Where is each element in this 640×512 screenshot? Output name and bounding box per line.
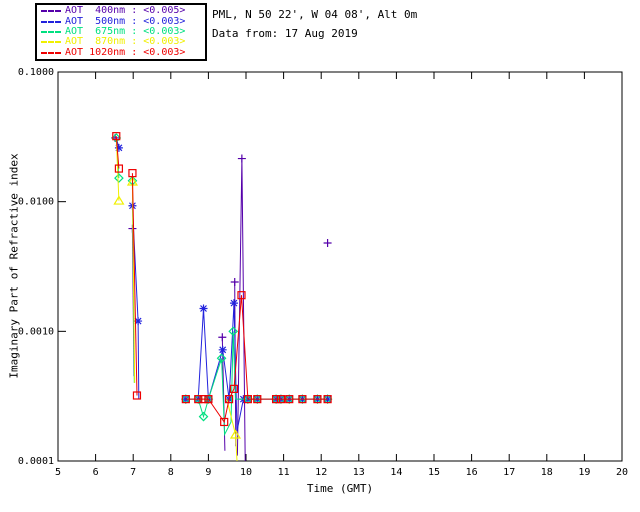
- x-tick-label: 10: [240, 467, 252, 478]
- x-tick-label: 17: [503, 467, 515, 478]
- data-point-marker-asterisk: [199, 304, 208, 313]
- data-point-marker-asterisk: [218, 345, 227, 354]
- x-tick-label: 12: [315, 467, 327, 478]
- x-tick-label: 18: [541, 467, 553, 478]
- x-tick-label: 14: [390, 467, 402, 478]
- x-axis-title: Time (GMT): [306, 482, 374, 495]
- data-point-marker-plus: [323, 238, 332, 247]
- x-tick-label: 6: [93, 467, 99, 478]
- x-tick-label: 5: [55, 467, 61, 478]
- x-tick-label: 15: [428, 467, 440, 478]
- data-point-marker-plus: [237, 154, 246, 163]
- series-aot-675nm: [111, 133, 333, 437]
- y-axis-ticks: 0.1000 0.0100 0.0010 0.0001: [18, 67, 66, 467]
- plot-border: [57, 71, 623, 462]
- x-tick-label: 16: [466, 467, 478, 478]
- series-aot-400nm: [111, 133, 332, 462]
- x-tick-label: 11: [278, 467, 290, 478]
- y-tick-label: 0.0001: [18, 456, 54, 467]
- x-tick-label: 13: [353, 467, 365, 478]
- aeronet-refractive-index-chart: AOT 400nm : <0.005> AOT 500nm : <0.003> AO…: [0, 0, 640, 512]
- y-tick-label: 0.0010: [18, 326, 54, 337]
- x-axis-ticks: 5 6 7 8 9 10 11 12 13 14 15 16 17 18 19 20: [55, 72, 628, 478]
- series-aot-1020nm: [112, 132, 332, 427]
- x-tick-label: 20: [616, 467, 628, 478]
- series-line: [236, 158, 246, 462]
- y-axis-title: Imaginary Part of Refractive index: [7, 153, 21, 379]
- data-point-marker-asterisk: [229, 299, 238, 308]
- data-point-marker-plus: [230, 278, 239, 287]
- x-tick-label: 9: [205, 467, 211, 478]
- x-tick-label: 19: [578, 467, 590, 478]
- x-tick-label: 7: [130, 467, 136, 478]
- series-line: [185, 303, 328, 432]
- y-tick-label: 0.0100: [18, 197, 54, 208]
- x-tick-label: 8: [168, 467, 174, 478]
- data-point-marker-plus: [218, 333, 227, 342]
- refractive-index-plot: 5 6 7 8 9 10 11 12 13 14 15 16 17 18 19 200.10000.01000…: [18, 67, 628, 478]
- y-tick-label: 0.1000: [18, 67, 54, 78]
